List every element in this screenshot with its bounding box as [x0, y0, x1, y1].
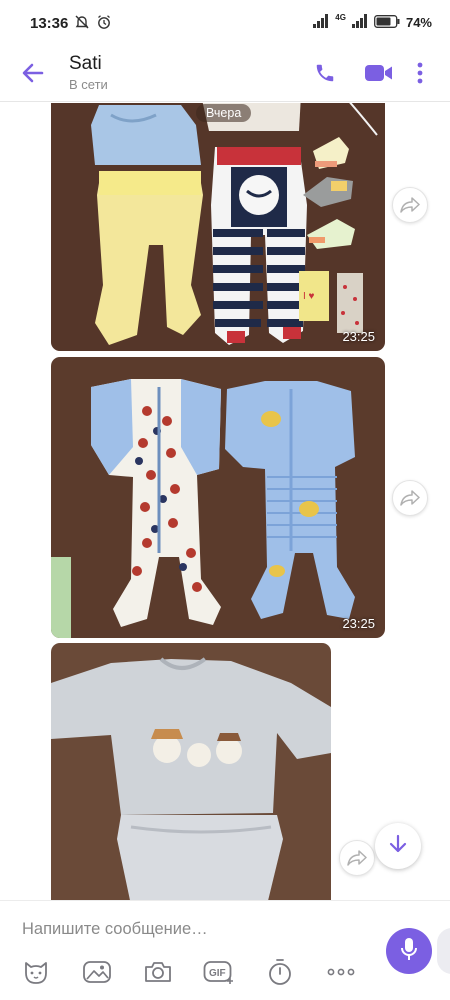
photo-baby-clothes-socks: I ♥ [51, 103, 385, 351]
gallery-icon[interactable] [81, 957, 113, 987]
timer-icon[interactable] [264, 957, 296, 987]
signal-icon [313, 14, 329, 31]
more-horizontal-icon[interactable] [325, 957, 357, 987]
photo-message-3[interactable] [51, 643, 331, 900]
scroll-down-button[interactable] [375, 823, 421, 869]
sticker-icon[interactable] [20, 957, 52, 987]
do-not-disturb-icon [74, 14, 90, 35]
svg-text:GIF: GIF [209, 968, 226, 979]
back-arrow-icon[interactable] [18, 58, 48, 88]
video-call-icon[interactable] [362, 56, 396, 90]
photo-baby-rompers [51, 357, 385, 638]
forward-icon[interactable] [392, 480, 428, 516]
photo-baby-pajama-set [51, 643, 331, 900]
contact-name[interactable]: Sati [69, 53, 102, 75]
phone-icon[interactable] [308, 56, 342, 90]
alarm-icon [96, 14, 112, 35]
signal-icon-2 [351, 14, 368, 31]
contact-status: В сети [69, 77, 108, 92]
chat-area[interactable]: I ♥ Вчера 23:25 23:25 [0, 103, 450, 900]
mic-icon [400, 937, 418, 966]
more-vertical-icon[interactable] [410, 56, 430, 90]
message-time: 23:25 [342, 329, 375, 344]
forward-icon[interactable] [339, 840, 375, 876]
message-input[interactable] [22, 917, 362, 941]
camera-icon[interactable] [142, 957, 174, 987]
photo-message-2[interactable]: 23:25 [51, 357, 385, 638]
date-divider: Вчера [196, 104, 252, 122]
battery-icon [374, 14, 400, 31]
photo-message-1[interactable]: I ♥ Вчера 23:25 [51, 103, 385, 351]
message-time: 23:25 [342, 616, 375, 631]
voice-message-button[interactable] [386, 928, 432, 974]
gif-icon[interactable]: GIF [203, 957, 235, 987]
svg-text:I ♥: I ♥ [303, 291, 315, 302]
forward-icon[interactable] [392, 187, 428, 223]
chat-header: Sati В сети [0, 46, 450, 102]
scroll-down-icon [387, 833, 409, 860]
network-type: 4G [335, 13, 346, 22]
battery-percent: 74% [405, 15, 432, 30]
status-bar: 13:36 4G 74% [0, 0, 450, 46]
secondary-button-edge[interactable] [437, 928, 450, 974]
message-composer: GIF [0, 900, 450, 1000]
status-time: 13:36 [30, 15, 69, 32]
